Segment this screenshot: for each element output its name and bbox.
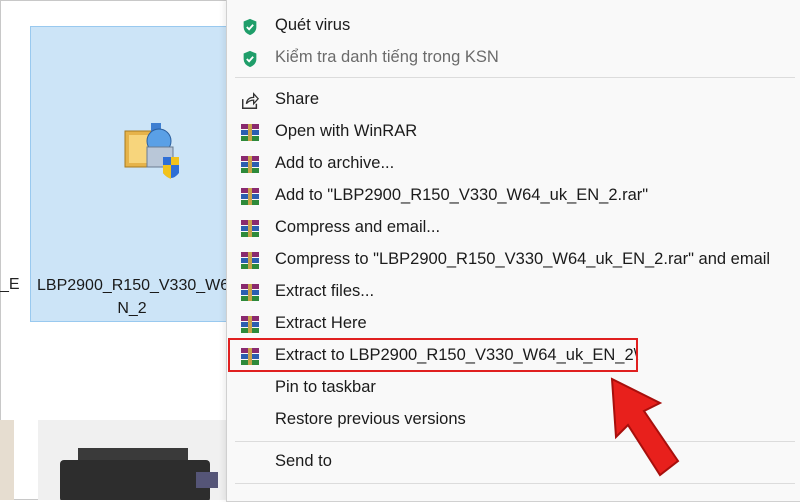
winrar-icon <box>241 188 259 205</box>
context-menu: Quét virus Kiểm tra danh tiếng trong KSN… <box>226 0 800 502</box>
menu-separator <box>235 77 795 78</box>
menu-item-scan-virus[interactable]: Quét virus <box>227 11 800 41</box>
menu-item-extract-files[interactable]: Extract files... <box>227 277 800 307</box>
menu-item-check-ksn[interactable]: Kiểm tra danh tiếng trong KSN <box>227 43 800 73</box>
menu-item-add-to-archive[interactable]: Add to archive... <box>227 149 800 179</box>
menu-item-compress-to-rar-and-email[interactable]: Compress to "LBP2900_R150_V330_W64_uk_EN… <box>227 245 800 275</box>
shield-check-icon <box>243 50 257 68</box>
menu-item-pin-to-taskbar[interactable]: Pin to taskbar <box>227 373 800 403</box>
winrar-icon <box>241 124 259 141</box>
menu-item-send-to[interactable]: Send to <box>227 447 800 477</box>
winrar-icon <box>241 156 259 173</box>
file-name-line2: N_2 <box>117 300 147 317</box>
menu-item-label: Compress and email... <box>275 218 441 236</box>
red-pointer-arrow-icon <box>610 377 680 477</box>
printer-thumbnail[interactable] <box>38 420 228 500</box>
menu-separator <box>235 483 795 484</box>
menu-item-label: Quét virus <box>275 16 351 34</box>
shield-check-icon <box>243 18 257 36</box>
menu-item-compress-and-email[interactable]: Compress and email... <box>227 213 800 243</box>
file-name-line1: LBP2900_R150_V330_W6 <box>37 277 227 294</box>
menu-item-label: Extract Here <box>275 314 367 332</box>
winrar-icon <box>241 284 259 301</box>
menu-item-label: Kiểm tra danh tiếng trong KSN <box>275 48 499 66</box>
menu-item-label: Pin to taskbar <box>275 378 376 396</box>
menu-item-label: Add to "LBP2900_R150_V330_W64_uk_EN_2.ra… <box>275 186 649 204</box>
menu-item-label: Compress to "LBP2900_R150_V330_W64_uk_EN… <box>275 250 771 268</box>
highlight-box <box>228 338 638 372</box>
winrar-icon <box>241 316 259 333</box>
winrar-icon <box>241 220 259 237</box>
menu-item-label: Share <box>275 90 320 108</box>
menu-item-label: Send to <box>275 452 332 470</box>
winrar-icon <box>241 252 259 269</box>
share-icon <box>242 92 260 109</box>
menu-item-add-to-rar[interactable]: Add to "LBP2900_R150_V330_W64_uk_EN_2.ra… <box>227 181 800 211</box>
partial-file-label: _E <box>0 276 20 293</box>
installer-setup-icon <box>124 123 179 179</box>
selected-file-item[interactable]: LBP2900_R150_V330_W6 N_2 <box>30 26 230 322</box>
menu-item-label: Extract files... <box>275 282 375 300</box>
menu-item-open-with-winrar[interactable]: Open with WinRAR <box>227 117 800 147</box>
menu-item-restore-previous-versions[interactable]: Restore previous versions <box>227 405 800 435</box>
menu-item-label: Add to archive... <box>275 154 395 172</box>
thumbnail-partial[interactable] <box>0 420 14 500</box>
menu-item-share[interactable]: Share <box>227 85 800 115</box>
menu-item-extract-here[interactable]: Extract Here <box>227 309 800 339</box>
menu-item-label: Restore previous versions <box>275 410 466 428</box>
menu-separator <box>235 441 795 442</box>
menu-item-label: Open with WinRAR <box>275 122 418 140</box>
